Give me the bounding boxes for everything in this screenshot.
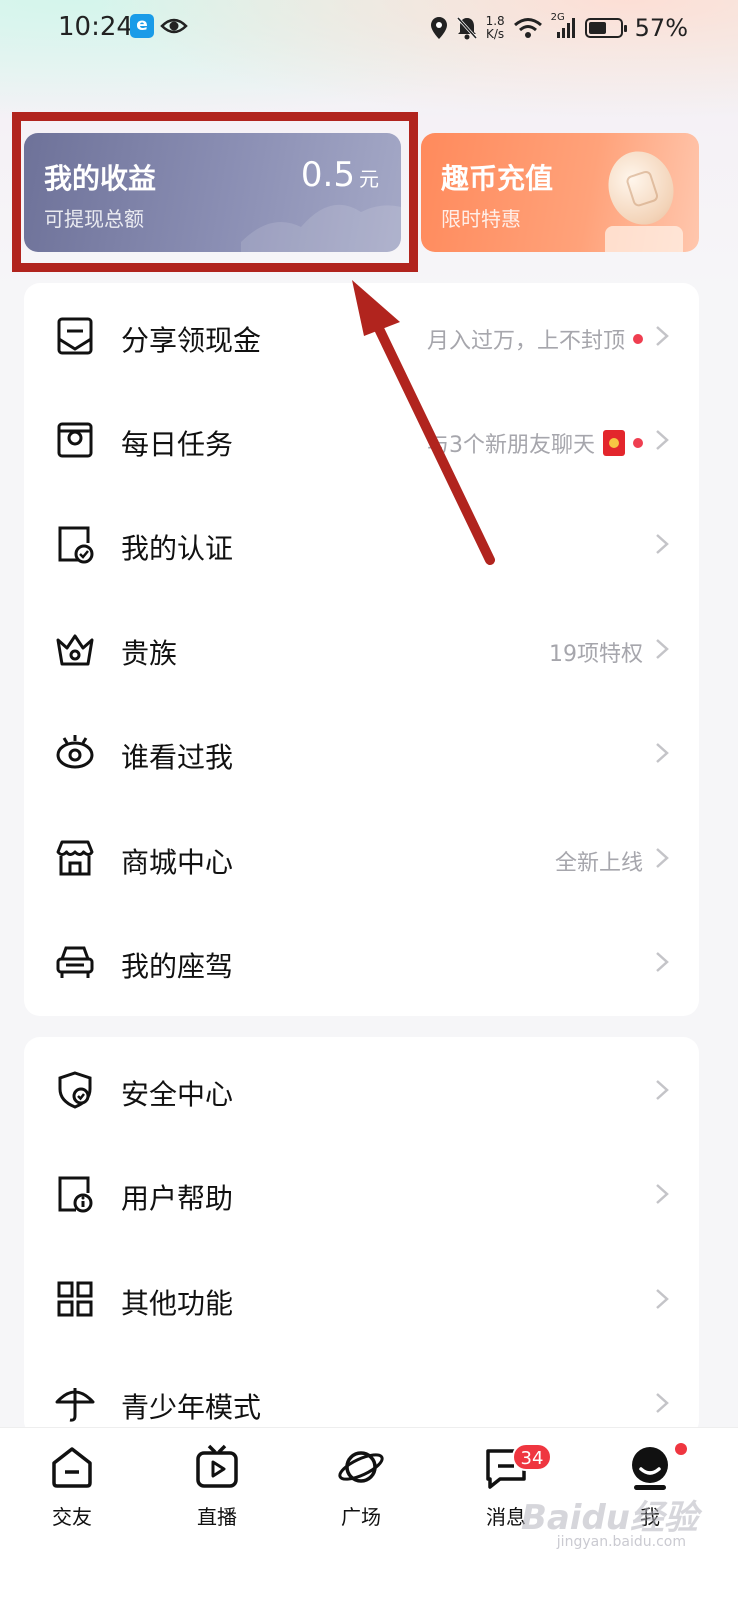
home-icon [52, 1447, 92, 1488]
planet-icon [338, 1451, 384, 1483]
verified-doc-icon [58, 526, 94, 564]
recharge-subtitle: 限时特惠 [441, 207, 521, 231]
menu-label: 分享领现金 [121, 324, 262, 357]
grid-icon [57, 1281, 93, 1317]
battery-percent: 57% [634, 14, 688, 42]
chevron-right-icon [656, 1393, 669, 1413]
shield-icon [58, 1071, 92, 1109]
menu-label: 其他功能 [121, 1287, 234, 1320]
umbrella-icon [55, 1388, 95, 1422]
car-icon [56, 946, 94, 978]
menu-item-visitors[interactable]: 谁看过我 [24, 700, 699, 804]
menu-label: 青少年模式 [121, 1391, 262, 1424]
location-icon [430, 17, 447, 39]
tv-play-icon [196, 1444, 238, 1488]
red-packet-icon [603, 430, 625, 456]
menu-item-nobility[interactable]: 贵族 19项特权 [24, 596, 699, 700]
red-annotation-arrow [352, 280, 495, 565]
chevron-right-icon [656, 326, 669, 346]
menu-item-teen-mode[interactable]: 青少年模式 [24, 1350, 699, 1437]
help-doc-icon [58, 1176, 93, 1213]
chevron-right-icon [656, 1289, 669, 1309]
chevron-right-icon [656, 743, 669, 763]
nav-label: 广场 [341, 1505, 381, 1529]
baidu-watermark: Baidu经验 [520, 1498, 698, 1538]
menu-hint: 全新上线 [555, 845, 643, 877]
chevron-right-icon [656, 430, 669, 450]
menu-item-security[interactable]: 安全中心 [24, 1037, 699, 1141]
network-speed: 1.8 K/s [486, 15, 505, 41]
menu-label: 谁看过我 [121, 741, 234, 774]
network-speed-unit: K/s [486, 27, 505, 41]
red-dot-indicator [633, 438, 643, 448]
eye-comfort-icon [160, 18, 188, 34]
battery-icon [584, 18, 627, 38]
menu-hint-text: 全新上线 [554, 851, 643, 876]
menu-label: 每日任务 [121, 428, 234, 461]
tab-live[interactable]: 直播 [167, 1443, 267, 1553]
wifi-icon [513, 18, 542, 38]
eye-icon [56, 735, 94, 769]
menu-label: 安全中心 [121, 1078, 234, 1111]
menu-label: 我的座驾 [121, 950, 234, 983]
app-notification-icon: e [130, 14, 154, 38]
unread-badge: 34 [512, 1443, 552, 1471]
status-bar: 10:24 e 1.8 K/s 2G 57% [0, 0, 738, 60]
menu-item-store[interactable]: 商城中心 全新上线 [24, 805, 699, 909]
menu-item-help[interactable]: 用户帮助 [24, 1141, 699, 1245]
menu-label: 我的认证 [121, 532, 234, 565]
profile-icon [632, 1447, 668, 1490]
task-icon [57, 422, 93, 458]
recharge-title: 趣币充值 [441, 162, 554, 195]
menu-group-settings: 安全中心 用户帮助 其他功能 青少年模式 [24, 1037, 699, 1437]
baidu-watermark-url: jingyan.baidu.com [556, 1534, 686, 1550]
status-right: 1.8 K/s 2G 57% [430, 10, 688, 46]
chevron-right-icon [656, 1080, 669, 1100]
menu-label: 用户帮助 [121, 1182, 234, 1215]
status-time: 10:24 [58, 12, 133, 42]
menu-label: 贵族 [121, 637, 178, 670]
envelope-share-icon [57, 317, 93, 355]
coin-pedestal-decoration [605, 226, 683, 252]
chevron-right-icon [656, 848, 669, 868]
nav-label: 交友 [52, 1505, 92, 1529]
nav-label: 直播 [197, 1505, 237, 1529]
signal-icon [556, 18, 575, 38]
chevron-right-icon [656, 639, 669, 659]
recharge-card[interactable]: 趣币充值 限时特惠 [421, 133, 699, 252]
menu-hint-text: 19项特权 [549, 642, 643, 667]
highlight-annotation-box [12, 112, 418, 272]
crown-icon [56, 634, 94, 666]
menu-item-other-features[interactable]: 其他功能 [24, 1246, 699, 1350]
cell-signal: 2G [551, 12, 577, 40]
chevron-right-icon [656, 534, 669, 554]
tab-friends[interactable]: 交友 [22, 1443, 122, 1553]
coin-icon [599, 142, 683, 234]
red-dot-indicator [633, 334, 643, 344]
chevron-right-icon [656, 952, 669, 972]
mute-bell-icon [456, 16, 477, 40]
menu-hint: 19项特权 [549, 636, 643, 668]
menu-item-vehicle[interactable]: 我的座驾 [24, 909, 699, 1013]
red-dot-indicator [675, 1443, 687, 1455]
chevron-right-icon [656, 1184, 669, 1204]
menu-label: 商城中心 [121, 846, 234, 879]
store-icon [56, 840, 94, 876]
tab-plaza[interactable]: 广场 [311, 1443, 411, 1553]
battery-fill [588, 22, 606, 34]
